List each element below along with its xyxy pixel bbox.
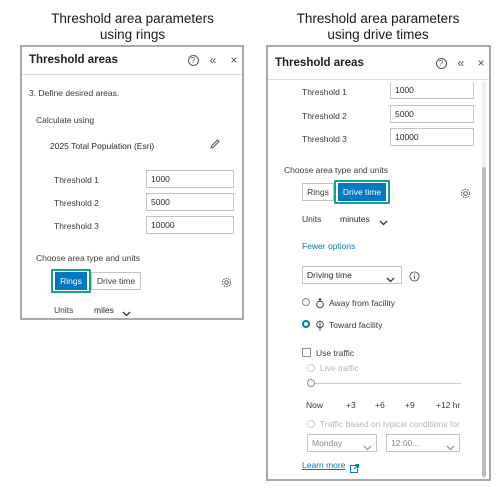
- left-threshold-panel: Threshold areas ? « × 3. Define desired …: [20, 45, 244, 320]
- toward-facility-icon: [315, 318, 325, 336]
- close-icon[interactable]: ×: [227, 54, 241, 66]
- typical-traffic-label: Traffic based on typical conditions for: [320, 419, 460, 429]
- away-radio[interactable]: [302, 298, 310, 306]
- help-icon[interactable]: ?: [186, 55, 200, 67]
- close-icon[interactable]: ×: [474, 57, 488, 69]
- travel-mode-value: Driving time: [307, 270, 352, 280]
- time-slider-handle[interactable]: [307, 379, 315, 387]
- threshold-3-input[interactable]: 10000: [146, 216, 234, 234]
- learn-more-link[interactable]: Learn more: [302, 460, 345, 470]
- toward-facility-label: Toward facility: [329, 320, 383, 330]
- fewer-options-link[interactable]: Fewer options: [302, 241, 355, 251]
- left-caption: Threshold area parameters using rings: [20, 11, 245, 43]
- typical-traffic-radio[interactable]: [307, 420, 315, 428]
- help-icon-glyph: ?: [435, 58, 447, 69]
- live-traffic-label: Live traffic: [320, 363, 359, 373]
- threshold-2-input[interactable]: 5000: [146, 193, 234, 211]
- right-caption: Threshold area parameters using drive ti…: [266, 11, 490, 43]
- scrollbar-thumb[interactable]: [482, 167, 486, 477]
- left-panel-header: Threshold areas ? « ×: [22, 47, 242, 75]
- use-traffic-label: Use traffic: [316, 348, 355, 358]
- pencil-icon[interactable]: [209, 137, 221, 155]
- left-panel-title: Threshold areas: [29, 54, 118, 66]
- drive-time-button[interactable]: Drive time: [338, 183, 386, 201]
- slider-tick-12: +12 hr: [436, 400, 461, 410]
- info-icon[interactable]: [409, 269, 420, 287]
- units-dropdown[interactable]: minutes: [340, 214, 370, 224]
- help-icon[interactable]: ?: [434, 58, 448, 70]
- threshold-3-input[interactable]: 10000: [390, 128, 474, 146]
- chevron-down-icon[interactable]: [446, 439, 455, 457]
- drive-time-button[interactable]: Drive time: [91, 272, 141, 290]
- area-type-label: Choose area type and units: [284, 165, 388, 175]
- threshold-1-label: Threshold 1: [54, 175, 99, 185]
- help-icon-glyph: ?: [187, 55, 199, 66]
- slider-tick-now: Now: [306, 400, 324, 410]
- slider-tick-6: +6: [375, 400, 385, 410]
- variable-name: 2025 Total Population (Esri): [50, 141, 155, 151]
- chevron-down-icon[interactable]: [379, 214, 388, 232]
- threshold-1-input[interactable]: 1000: [146, 170, 234, 188]
- threshold-2-label: Threshold 2: [54, 198, 99, 208]
- chevron-down-icon[interactable]: [363, 439, 372, 457]
- chevron-down-icon[interactable]: [386, 271, 395, 289]
- away-from-facility-label: Away from facility: [329, 298, 395, 308]
- threshold-2-input[interactable]: 5000: [390, 105, 474, 123]
- calculate-label: Calculate using: [36, 115, 95, 125]
- step-label: 3. Define desired areas.: [29, 88, 120, 98]
- rings-button[interactable]: Rings: [302, 183, 334, 201]
- area-type-label: Choose area type and units: [36, 253, 140, 263]
- away-from-facility-icon: [315, 296, 325, 314]
- right-panel-title: Threshold areas: [275, 57, 364, 69]
- settings-gear-icon[interactable]: [460, 186, 471, 204]
- settings-gear-icon[interactable]: [221, 275, 232, 293]
- right-threshold-panel: Threshold areas ? « × Threshold 1 1000 T…: [266, 45, 491, 481]
- units-label: Units: [54, 305, 74, 315]
- rings-button[interactable]: Rings: [55, 272, 87, 290]
- chevron-down-icon[interactable]: [122, 305, 131, 318]
- threshold-2-label: Threshold 2: [302, 111, 347, 121]
- right-caption-line2: using drive times: [327, 27, 429, 42]
- time-slider-track[interactable]: [311, 383, 461, 384]
- right-caption-line1: Threshold area parameters: [296, 11, 460, 26]
- collapse-icon[interactable]: «: [206, 54, 220, 66]
- units-label: Units: [302, 214, 322, 224]
- right-panel-header: Threshold areas ? « ×: [268, 47, 489, 80]
- live-traffic-radio[interactable]: [307, 364, 315, 372]
- threshold-1-input[interactable]: 1000: [390, 82, 474, 99]
- units-dropdown[interactable]: miles: [94, 305, 114, 315]
- external-link-icon[interactable]: [350, 460, 359, 478]
- time-value: 12:00...: [391, 438, 420, 448]
- left-caption-line1: Threshold area parameters: [51, 11, 214, 26]
- use-traffic-checkbox[interactable]: [302, 348, 311, 357]
- toward-radio[interactable]: [302, 320, 310, 328]
- slider-tick-9: +9: [405, 400, 415, 410]
- collapse-icon[interactable]: «: [454, 57, 468, 69]
- left-caption-line2: using rings: [99, 27, 166, 42]
- threshold-3-label: Threshold 3: [302, 134, 347, 144]
- threshold-3-label: Threshold 3: [54, 221, 99, 231]
- threshold-1-label: Threshold 1: [302, 87, 347, 97]
- day-value: Monday: [312, 438, 343, 448]
- slider-tick-3: +3: [346, 400, 356, 410]
